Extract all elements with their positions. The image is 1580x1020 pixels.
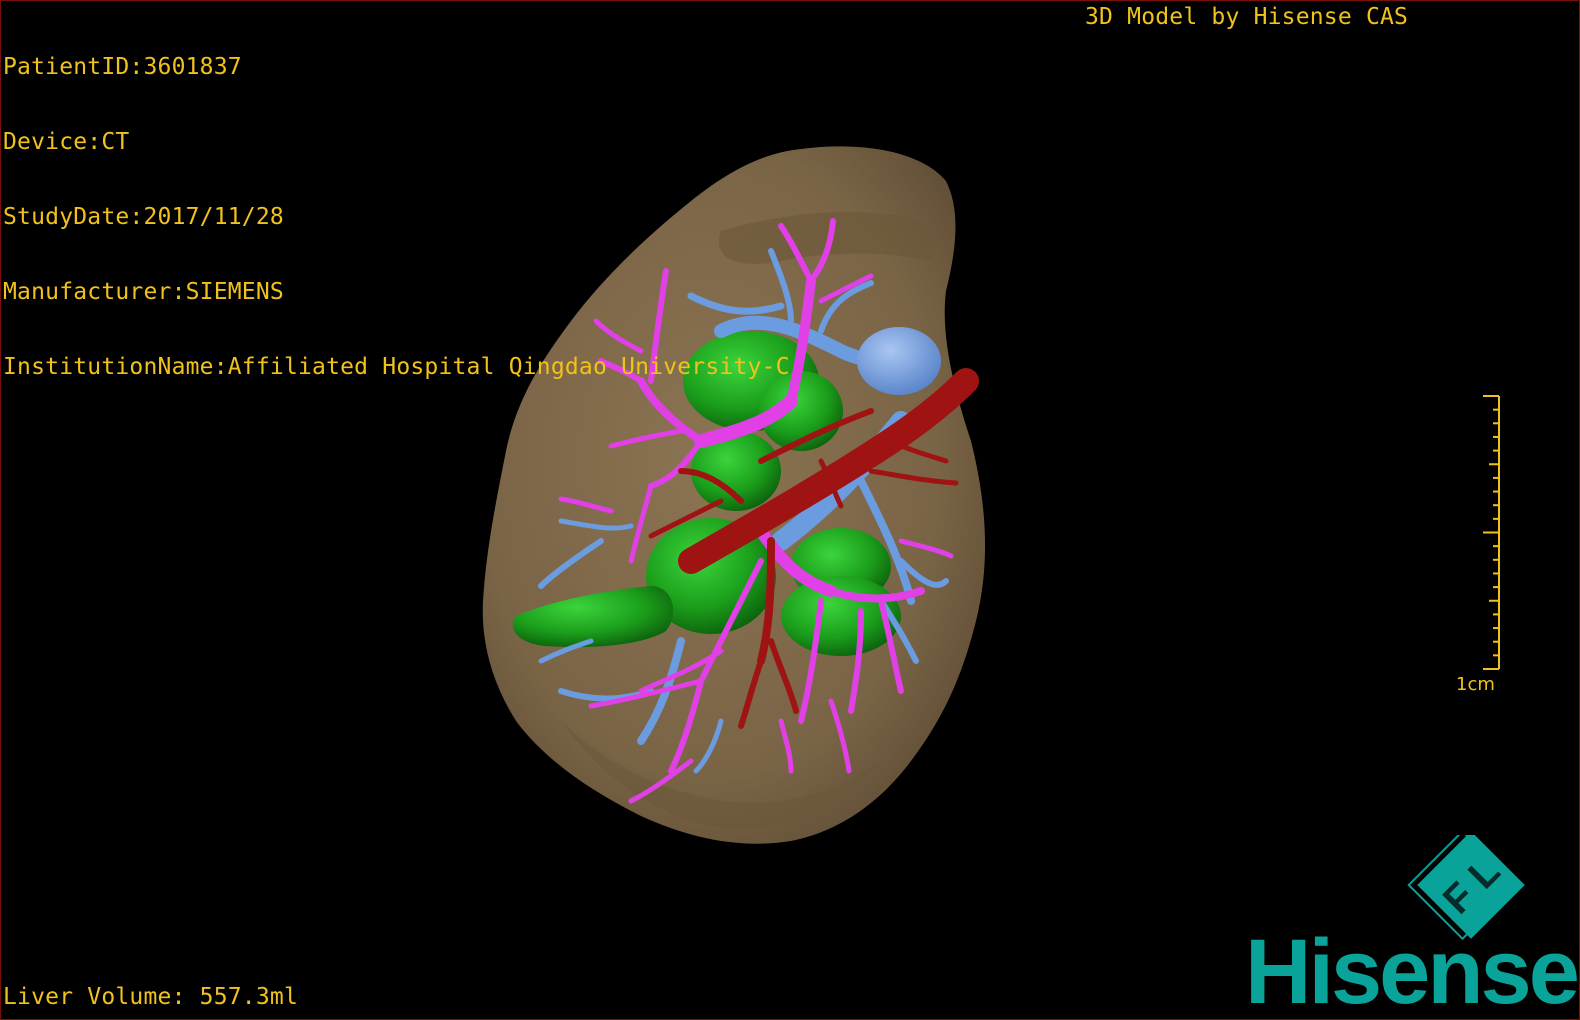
- liver-volume: Liver Volume: 557.3ml: [3, 984, 298, 1010]
- 3d-viewport[interactable]: PatientID:3601837 Device:CT StudyDate:20…: [0, 0, 1580, 1020]
- scale-bar-label: 1cm: [1456, 674, 1495, 695]
- hisense-wordmark: Hisense: [1245, 921, 1579, 1020]
- patient-id: PatientID:3601837: [3, 54, 242, 80]
- study-info: PatientID:3601837 Device:CT StudyDate:20…: [3, 5, 790, 430]
- study-date: StudyDate:2017/11/28: [3, 204, 284, 230]
- institution-name: InstitutionName:Affiliated Hospital Qing…: [3, 354, 790, 380]
- manufacturer: Manufacturer:SIEMENS: [3, 279, 284, 305]
- device: Device:CT: [3, 129, 130, 155]
- viewer-title: 3D Model by Hisense CAS: [1085, 4, 1409, 30]
- hepatic-vein-trunk: [857, 327, 941, 395]
